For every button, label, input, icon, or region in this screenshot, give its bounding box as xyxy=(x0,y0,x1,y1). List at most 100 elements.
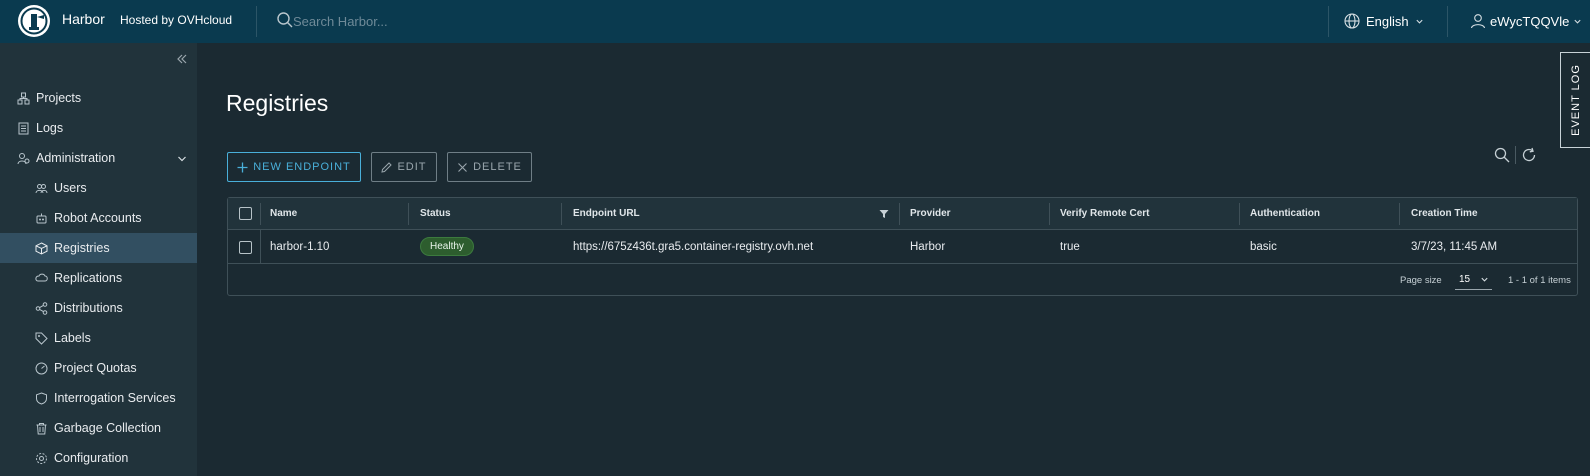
sidebar: Projects Logs Administration Users Robot… xyxy=(0,43,197,476)
sidebar-item-label: Robot Accounts xyxy=(54,211,142,225)
cell-provider: Harbor xyxy=(910,240,946,253)
select-all-checkbox[interactable] xyxy=(239,207,252,220)
sidebar-item-registries[interactable]: Registries xyxy=(0,233,197,263)
distributions-icon xyxy=(35,301,48,315)
search-input[interactable] xyxy=(293,10,513,32)
column-divider xyxy=(1239,203,1240,225)
logs-icon xyxy=(18,122,29,134)
column-divider xyxy=(260,230,261,264)
event-log-label: EVENT LOG xyxy=(1569,64,1582,136)
users-icon xyxy=(35,183,48,193)
sidebar-item-label: Replications xyxy=(54,271,123,285)
column-divider xyxy=(899,203,900,225)
plus-icon xyxy=(237,162,248,172)
sidebar-item-project-quotas[interactable]: Project Quotas xyxy=(0,353,197,383)
table-footer: Page size 15 1 - 1 of 1 items xyxy=(228,264,1577,297)
user-icon xyxy=(1470,14,1486,29)
administration-icon xyxy=(17,152,30,164)
table-row[interactable]: harbor-1.10 Healthy https://675z436t.gra… xyxy=(228,230,1577,264)
globe-icon xyxy=(1344,13,1360,29)
chevron-down-icon xyxy=(1481,277,1488,282)
event-log-tab[interactable]: EVENT LOG xyxy=(1560,52,1590,148)
sidebar-item-label: Distributions xyxy=(54,301,123,315)
column-divider xyxy=(1049,203,1050,225)
sidebar-item-logs[interactable]: Logs xyxy=(0,113,197,143)
status-badge: Healthy xyxy=(420,237,474,256)
brand-name[interactable]: Harbor xyxy=(62,11,105,27)
pencil-icon xyxy=(381,161,393,173)
column-header-provider[interactable]: Provider xyxy=(910,198,951,229)
edit-label: EDIT xyxy=(397,161,427,173)
registries-table: Name Status Endpoint URL Provider Verify… xyxy=(227,197,1578,296)
page-size-select[interactable]: 15 xyxy=(1455,270,1492,290)
table-header: Name Status Endpoint URL Provider Verify… xyxy=(228,198,1577,230)
hosted-by-label: Hosted by OVHcloud xyxy=(120,13,233,27)
page-title: Registries xyxy=(226,90,329,116)
collapse-sidebar-icon[interactable] xyxy=(175,52,189,66)
column-header-endpoint-url[interactable]: Endpoint URL xyxy=(573,198,640,229)
sidebar-item-labels[interactable]: Labels xyxy=(0,323,197,353)
refresh-icon[interactable] xyxy=(1521,147,1537,163)
cell-authentication: basic xyxy=(1250,240,1277,253)
sidebar-item-label: Labels xyxy=(54,331,91,345)
sidebar-item-label: Registries xyxy=(54,241,110,255)
language-selector[interactable]: English xyxy=(1344,10,1424,32)
gear-icon xyxy=(36,452,47,464)
user-menu[interactable]: eWycTQQVle xyxy=(1470,10,1582,32)
column-header-status[interactable]: Status xyxy=(420,198,451,229)
chevron-down-icon xyxy=(1574,19,1581,24)
cell-verify-remote-cert: true xyxy=(1060,240,1080,253)
harbor-logo-icon[interactable] xyxy=(17,4,51,38)
column-header-verify-remote-cert[interactable]: Verify Remote Cert xyxy=(1060,198,1149,229)
sidebar-item-garbage-collection[interactable]: Garbage Collection xyxy=(0,413,197,443)
top-header: Harbor Hosted by OVHcloud English eWycTQ… xyxy=(0,0,1590,43)
trash-icon xyxy=(36,422,47,434)
row-checkbox[interactable] xyxy=(239,241,252,254)
page-size-label: Page size xyxy=(1400,275,1442,286)
sidebar-item-interrogation-services[interactable]: Interrogation Services xyxy=(0,383,197,413)
delete-button[interactable]: DELETE xyxy=(447,152,532,182)
sidebar-item-label: Logs xyxy=(36,121,64,135)
column-header-authentication[interactable]: Authentication xyxy=(1250,198,1320,229)
quotas-icon xyxy=(35,362,48,374)
sidebar-item-administration[interactable]: Administration xyxy=(0,143,197,173)
sidebar-item-distributions[interactable]: Distributions xyxy=(0,293,197,323)
sidebar-item-label: Users xyxy=(54,181,87,195)
header-divider xyxy=(256,6,257,37)
sidebar-item-label: Configuration xyxy=(54,451,129,465)
search-icon xyxy=(277,12,293,28)
pagination-count: 1 - 1 of 1 items xyxy=(1508,275,1571,286)
replications-icon xyxy=(35,273,48,281)
robot-icon xyxy=(36,213,47,223)
column-header-creation-time[interactable]: Creation Time xyxy=(1411,198,1478,229)
close-icon xyxy=(458,162,467,172)
sidebar-item-configuration[interactable]: Configuration xyxy=(0,443,197,473)
header-divider xyxy=(1328,6,1329,37)
language-label: English xyxy=(1366,13,1409,29)
sidebar-item-users[interactable]: Users xyxy=(0,173,197,203)
column-divider xyxy=(561,203,562,225)
sidebar-item-label: Administration xyxy=(36,151,116,165)
sidebar-item-robot-accounts[interactable]: Robot Accounts xyxy=(0,203,197,233)
toolbar-divider xyxy=(1515,146,1516,164)
delete-label: DELETE xyxy=(473,161,522,173)
sidebar-item-label: Garbage Collection xyxy=(54,421,162,435)
sidebar-item-label: Interrogation Services xyxy=(54,391,176,405)
cell-endpoint-url: https://675z436t.gra5.container-registry… xyxy=(573,240,814,253)
new-endpoint-button[interactable]: NEW ENDPOINT xyxy=(227,152,361,182)
filter-icon[interactable] xyxy=(879,209,889,219)
sidebar-item-replications[interactable]: Replications xyxy=(0,263,197,293)
chevron-down-icon xyxy=(1416,19,1423,24)
column-divider xyxy=(1399,203,1400,225)
chevron-down-icon xyxy=(178,156,186,162)
sidebar-item-label: Project Quotas xyxy=(54,361,137,375)
labels-icon xyxy=(35,332,48,345)
edit-button[interactable]: EDIT xyxy=(371,152,437,182)
column-header-name[interactable]: Name xyxy=(270,198,297,229)
column-divider xyxy=(260,203,261,225)
sidebar-item-projects[interactable]: Projects xyxy=(0,83,197,113)
search-icon[interactable] xyxy=(1494,147,1510,163)
username-label: eWycTQQVle xyxy=(1490,13,1570,29)
projects-icon xyxy=(17,92,30,104)
page-size-value: 15 xyxy=(1459,274,1471,285)
